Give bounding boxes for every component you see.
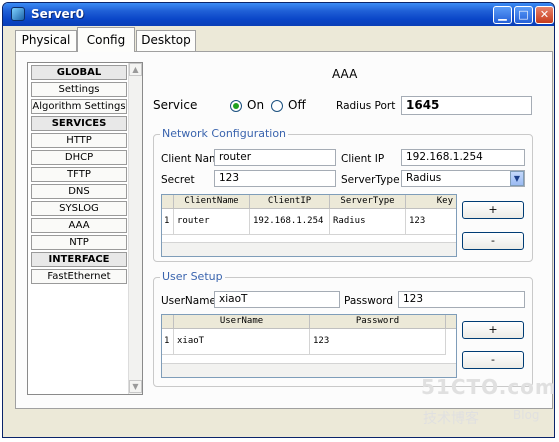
table-cell[interactable]: 123: [310, 329, 446, 355]
service-label: Service: [153, 98, 198, 112]
nav-item-tftp[interactable]: TFTP: [31, 167, 127, 182]
table-header[interactable]: ServerType: [330, 195, 406, 209]
row-index: 1: [162, 329, 174, 355]
username-input[interactable]: xiaoT: [214, 291, 340, 308]
secret-label: Secret: [161, 174, 195, 186]
add-client-button[interactable]: +: [462, 201, 524, 219]
nav-header-services[interactable]: SERVICES: [31, 116, 127, 131]
table-header[interactable]: UserName: [174, 315, 310, 329]
nav-item-settings[interactable]: Settings: [31, 82, 127, 97]
table-cell[interactable]: 123: [406, 209, 456, 235]
server-type-label: ServerType: [341, 174, 400, 186]
table-header-index: [162, 315, 174, 329]
nav-item-fastethernet[interactable]: FastEthernet: [31, 269, 127, 284]
maximize-button[interactable]: □: [514, 6, 533, 24]
server-window: Server0 ▁ □ ✕ Physical Config Desktop GL…: [2, 2, 555, 438]
nav-item-dhcp[interactable]: DHCP: [31, 150, 127, 165]
remove-client-button[interactable]: -: [462, 232, 524, 250]
network-config-legend: Network Configuration: [160, 127, 289, 140]
close-button[interactable]: ✕: [535, 6, 554, 24]
chevron-down-icon[interactable]: ▼: [510, 171, 524, 186]
server-type-value: Radius: [406, 172, 442, 184]
table-cell[interactable]: xiaoT: [174, 329, 310, 355]
client-ip-label: Client IP: [341, 153, 385, 165]
table-hscrollbar[interactable]: [162, 242, 456, 256]
server-type-select[interactable]: Radius ▼: [401, 170, 525, 187]
radius-port-label: Radius Port: [336, 100, 396, 112]
service-off-label: Off: [288, 98, 306, 112]
table-header[interactable]: Password: [310, 315, 446, 329]
client-table: ClientName ClientIP ServerType Key 1 rou…: [161, 194, 457, 257]
nav-item-syslog[interactable]: SYSLOG: [31, 201, 127, 216]
tab-config[interactable]: Config: [77, 27, 135, 52]
service-off-radio[interactable]: [271, 100, 283, 112]
service-on-radio[interactable]: [230, 100, 242, 112]
nav-item-ntp[interactable]: NTP: [31, 235, 127, 250]
remove-user-button[interactable]: -: [462, 351, 524, 369]
page-title: AAA: [332, 67, 358, 81]
table-cell[interactable]: router: [174, 209, 250, 235]
table-hscrollbar[interactable]: [162, 363, 456, 377]
nav-scrollbar[interactable]: ▲ ▼: [128, 63, 142, 394]
password-label: Password: [344, 295, 394, 307]
client-ip-input[interactable]: 192.168.1.254: [401, 149, 525, 166]
watermark-blog-en: Blog: [513, 408, 540, 422]
nav-item-http[interactable]: HTTP: [31, 133, 127, 148]
user-table: UserName Password 1 xiaoT 123: [161, 314, 457, 378]
secret-input[interactable]: 123: [214, 170, 336, 187]
watermark-blog: 技术博客: [423, 411, 479, 427]
nav-header-global[interactable]: GLOBAL: [31, 65, 127, 80]
nav-item-dns[interactable]: DNS: [31, 184, 127, 199]
title-bar[interactable]: Server0 ▁ □ ✕: [3, 3, 554, 26]
user-setup-legend: User Setup: [160, 270, 225, 283]
table-cell[interactable]: 192.168.1.254: [250, 209, 330, 235]
scroll-down-icon[interactable]: ▼: [129, 380, 142, 393]
tab-physical[interactable]: Physical: [15, 30, 77, 51]
add-user-button[interactable]: +: [462, 321, 524, 339]
table-header[interactable]: Key: [406, 195, 456, 209]
username-label: UserName: [161, 295, 216, 307]
table-cell[interactable]: Radius: [330, 209, 406, 235]
nav-header-interface[interactable]: INTERFACE: [31, 252, 127, 267]
server-app-icon: [11, 7, 25, 21]
config-nav-list: GLOBAL Settings Algorithm Settings SERVI…: [27, 62, 143, 395]
nav-item-aaa[interactable]: AAA: [31, 218, 127, 233]
row-index: 1: [162, 209, 174, 235]
service-on-label: On: [247, 98, 265, 112]
password-input[interactable]: 123: [398, 291, 525, 308]
nav-item-algorithm-settings[interactable]: Algorithm Settings: [31, 99, 127, 114]
radius-port-input[interactable]: 1645: [401, 96, 532, 115]
tab-desktop[interactable]: Desktop: [136, 30, 196, 51]
table-header-index: [162, 195, 174, 209]
watermark-logo: 51CTO.com: [421, 375, 555, 399]
minimize-button[interactable]: ▁: [493, 6, 512, 24]
window-title: Server0: [31, 7, 84, 21]
table-header[interactable]: ClientName: [174, 195, 250, 209]
client-name-input[interactable]: router: [214, 149, 336, 166]
scroll-up-icon[interactable]: ▲: [129, 63, 142, 76]
table-header-filler: [446, 315, 456, 329]
table-header[interactable]: ClientIP: [250, 195, 330, 209]
